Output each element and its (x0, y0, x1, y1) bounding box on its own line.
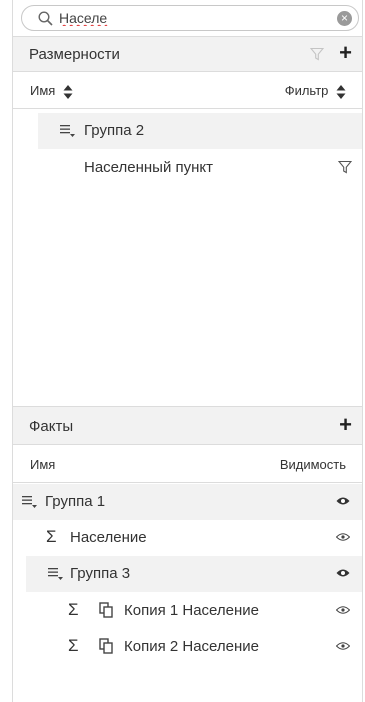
clear-icon[interactable]: × (337, 11, 352, 26)
column-name-label: Имя (30, 83, 56, 98)
add-dimension-button[interactable]: + (339, 41, 352, 65)
dimension-group-row[interactable]: Группа 2 (38, 113, 362, 149)
sort-icon (63, 84, 73, 99)
fact-measure-row[interactable]: Σ Копия 1 Население (13, 593, 362, 629)
add-fact-button[interactable]: + (339, 413, 352, 437)
dimensions-title: Размерности (29, 46, 120, 63)
column-visibility-label: Видимость (279, 457, 346, 472)
list-item-label: Группа 3 (70, 565, 131, 582)
dimension-field-row[interactable]: Населенный пункт (13, 150, 362, 186)
sigma-icon: Σ (68, 600, 79, 619)
eye-icon[interactable] (336, 605, 350, 615)
group-icon (60, 125, 75, 137)
list-item-label: Население (70, 529, 147, 546)
dimensions-header: Размерности + (13, 36, 362, 72)
search-box[interactable]: × (21, 5, 359, 31)
filter-icon[interactable] (310, 47, 324, 61)
list-item-label: Копия 1 Население (124, 602, 259, 619)
fact-group-row[interactable]: Группа 1 (13, 484, 362, 520)
group-icon (22, 496, 37, 508)
facts-title: Факты (29, 418, 74, 435)
copy-icon (99, 638, 113, 654)
filter-icon[interactable] (338, 160, 352, 174)
column-name-label: Имя (30, 457, 56, 472)
list-item-label: Группа 2 (84, 122, 145, 139)
eye-icon[interactable] (336, 568, 350, 578)
eye-icon[interactable] (336, 496, 350, 506)
facts-column-header: Имя Видимость (13, 445, 362, 483)
sigma-icon: Σ (68, 636, 79, 655)
sort-icon (336, 84, 346, 99)
eye-icon[interactable] (336, 641, 350, 651)
dimensions-column-header: Имя Фильтр (13, 72, 362, 109)
search-input[interactable] (59, 8, 329, 28)
eye-icon[interactable] (336, 532, 350, 542)
fields-panel: × Размерности + Имя Фильтр (12, 0, 363, 702)
list-item-label: Копия 2 Население (124, 638, 259, 655)
fact-measure-row[interactable]: Σ Население (13, 520, 362, 556)
list-item-label: Группа 1 (45, 493, 106, 510)
list-item-label: Населенный пункт (84, 159, 214, 176)
sort-by-filter[interactable]: Фильтр (285, 83, 346, 100)
facts-header: Факты + (13, 406, 362, 445)
copy-icon (99, 602, 113, 618)
sort-by-name[interactable]: Имя (30, 83, 73, 100)
fact-measure-row[interactable]: Σ Копия 2 Население (13, 629, 362, 665)
sigma-icon: Σ (46, 527, 57, 546)
column-filter-label: Фильтр (284, 83, 329, 98)
search-icon (38, 11, 53, 26)
group-icon (48, 568, 63, 580)
fact-group-row[interactable]: Группа 3 (26, 556, 362, 592)
